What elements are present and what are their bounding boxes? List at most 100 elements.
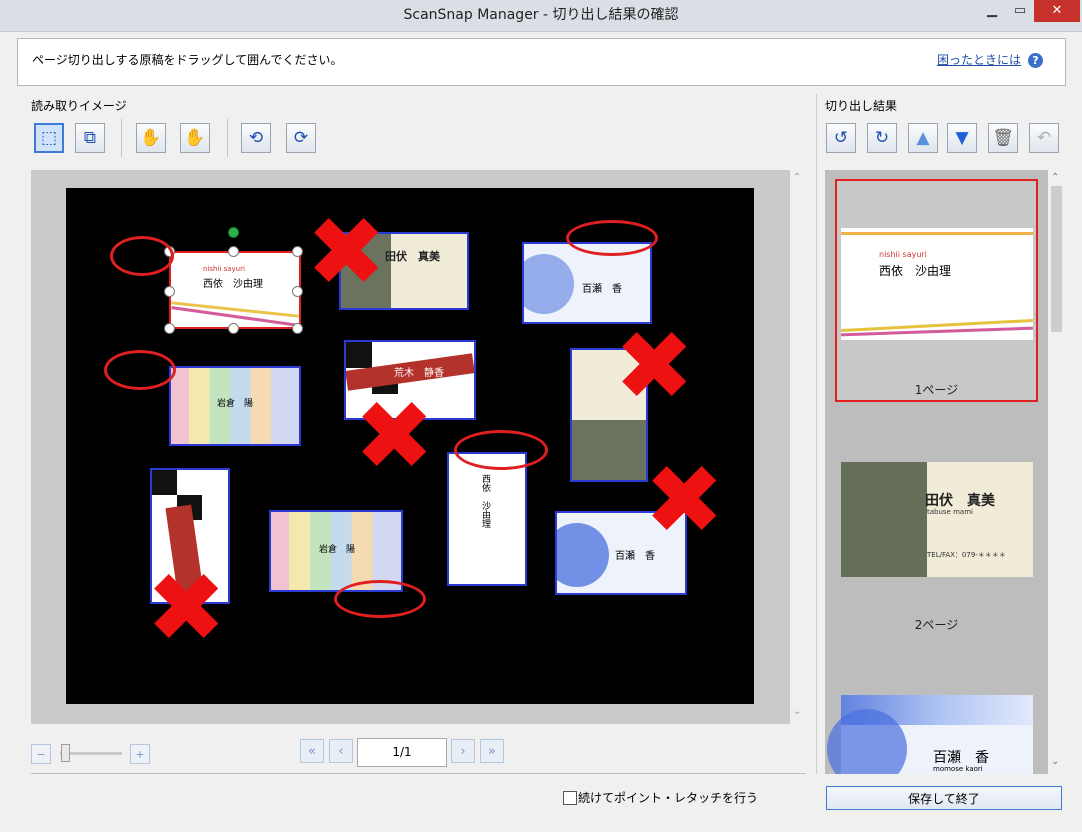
page-label: 2ページ xyxy=(914,618,959,632)
scanned-image[interactable]: nishii sayuri 西依 沙由理 田伏 真美 ✖ 百瀬 香 岩倉 陽 荒… xyxy=(66,188,754,704)
rotate-left-icon: ⟲ xyxy=(248,128,264,148)
hand-select-button[interactable]: ✋ xyxy=(136,123,166,153)
thumb-roman-name: momose kaori xyxy=(933,765,983,773)
resize-handle[interactable] xyxy=(164,286,175,297)
rotate-cw-button[interactable]: ↻ xyxy=(867,123,897,153)
thumb-name: 百瀬 香 xyxy=(933,750,989,766)
card-name: 西依 沙由理 xyxy=(480,474,490,528)
card-roman-name: nishii sayuri xyxy=(203,265,245,273)
card-bubble xyxy=(557,523,609,587)
card-name: 岩倉 陽 xyxy=(319,545,356,555)
scroll-up-icon[interactable]: ⌃ xyxy=(1051,172,1059,183)
reject-mark: ✖ xyxy=(306,196,387,308)
minimize-icon: ▁ xyxy=(987,3,997,18)
delete-button[interactable]: 🗑 xyxy=(988,123,1018,153)
circle-mark xyxy=(110,236,174,276)
rotate-right-icon: ⟳ xyxy=(293,128,309,148)
scan-viewer[interactable]: nishii sayuri 西依 沙由理 田伏 真美 ✖ 百瀬 香 岩倉 陽 荒… xyxy=(31,170,790,724)
rotate-ccw-button[interactable]: ↺ xyxy=(826,123,856,153)
card-name: 岩倉 陽 xyxy=(217,399,254,409)
maximize-button[interactable]: ▭ xyxy=(1006,0,1034,22)
select-next-button[interactable]: ⧉ xyxy=(75,123,105,153)
reject-mark: ✖ xyxy=(354,380,435,492)
viewer-scrollbar[interactable]: ⌃ ⌄ xyxy=(790,170,807,724)
circle-mark xyxy=(334,580,426,618)
card-name: 百瀬 香 xyxy=(582,284,622,295)
thumb-roman-name: tabuse mami xyxy=(927,508,973,516)
card-splash xyxy=(572,420,646,480)
resize-handle[interactable] xyxy=(228,323,239,334)
card-checker xyxy=(346,342,372,368)
first-page-button[interactable]: « xyxy=(300,739,324,763)
circle-mark xyxy=(454,430,548,470)
select-area-icon: ⬚ xyxy=(40,128,58,148)
thumb-splash xyxy=(841,462,927,577)
thumb-roman-name: nishii sayuri xyxy=(879,250,927,259)
instruction-panel: ページ切り出しする原稿をドラッグして囲んでください。 困ったときには ? xyxy=(17,38,1066,86)
toolbar-separator xyxy=(227,119,228,157)
rotate-handle[interactable] xyxy=(228,227,239,238)
zoom-out-button[interactable]: − xyxy=(31,744,51,764)
window-title: ScanSnap Manager - 切り出し結果の確認 xyxy=(403,7,679,23)
prev-page-icon: ‹ xyxy=(338,744,344,759)
close-button[interactable]: ✕ xyxy=(1034,0,1080,22)
move-down-button[interactable]: ▼ xyxy=(947,123,977,153)
card-name: 荒木 静香 xyxy=(394,368,444,379)
reject-mark: ✖ xyxy=(644,444,725,556)
results-scrollbar[interactable]: ⌃ ⌄ xyxy=(1048,170,1065,774)
prev-page-button[interactable]: ‹ xyxy=(329,739,353,763)
thumb-name: 田伏 真美 xyxy=(925,493,995,509)
hand-button[interactable]: ✋ xyxy=(180,123,210,153)
scroll-up-icon[interactable]: ⌃ xyxy=(793,172,801,183)
card-selected[interactable]: nishii sayuri 西依 沙由理 xyxy=(169,251,301,329)
move-up-button[interactable]: ▲ xyxy=(908,123,938,153)
select-next-icon: ⧉ xyxy=(83,128,97,148)
toolbar-separator xyxy=(121,119,122,157)
thumbnail-image: nishii sayuri 西依 沙由理 xyxy=(841,228,1033,340)
first-page-icon: « xyxy=(308,744,316,759)
next-page-button[interactable]: › xyxy=(451,739,475,763)
last-page-button[interactable]: » xyxy=(480,739,504,763)
reject-mark: ✖ xyxy=(614,310,695,422)
resize-handle[interactable] xyxy=(292,246,303,257)
resize-handle[interactable] xyxy=(164,323,175,334)
arrow-down-icon: ▼ xyxy=(955,128,969,148)
continue-retouch-label[interactable]: 続けてポイント・レタッチを行う xyxy=(578,789,758,806)
scroll-down-icon[interactable]: ⌄ xyxy=(1051,756,1059,767)
continue-retouch-checkbox[interactable] xyxy=(563,791,577,805)
thumb-stripe xyxy=(841,232,1033,235)
circle-mark xyxy=(566,220,658,256)
close-icon: ✕ xyxy=(1051,3,1063,18)
rotate-right-button[interactable]: ⟳ xyxy=(286,123,316,153)
card[interactable]: 岩倉 陽 xyxy=(169,366,301,446)
rotate-ccw-icon: ↺ xyxy=(833,128,849,148)
help-link[interactable]: 困ったときには xyxy=(937,39,1021,81)
page-number-field[interactable]: 1/1 xyxy=(357,738,447,767)
trash-icon: 🗑 xyxy=(992,128,1014,148)
resize-handle[interactable] xyxy=(292,286,303,297)
thumbnail-image[interactable]: 田伏 真美 tabuse mami TEL/FAX：079-＊＊＊＊ xyxy=(841,462,1033,577)
thumbnail-image[interactable]: 百瀬 香 momose kaori xyxy=(827,695,1033,774)
instruction-text: ページ切り出しする原稿をドラッグして囲んでください。 xyxy=(32,53,343,67)
rotate-left-button[interactable]: ⟲ xyxy=(241,123,271,153)
results-label: 切り出し結果 xyxy=(825,99,898,113)
undo-button[interactable]: ↶ xyxy=(1029,123,1059,153)
zoom-slider-thumb[interactable] xyxy=(61,744,70,762)
save-and-finish-button[interactable]: 保存して終了 xyxy=(826,786,1062,810)
arrow-up-icon: ▲ xyxy=(916,128,930,148)
scrollbar-thumb[interactable] xyxy=(1051,186,1062,332)
hand-icon: ✋ xyxy=(184,128,206,148)
help-icon[interactable]: ? xyxy=(1028,53,1043,68)
zoom-out-icon: − xyxy=(36,748,46,761)
circle-mark xyxy=(104,350,176,390)
results-list[interactable]: nishii sayuri 西依 沙由理 1ページ 田伏 真美 tabuse m… xyxy=(825,170,1048,774)
scroll-down-icon[interactable]: ⌄ xyxy=(793,706,801,717)
hand-disabled-icon: ✋ xyxy=(140,128,162,148)
card-name: 田伏 真美 xyxy=(385,250,440,263)
resize-handle[interactable] xyxy=(292,323,303,334)
card[interactable]: 西依 沙由理 xyxy=(447,452,527,586)
zoom-in-button[interactable]: + xyxy=(130,744,150,764)
minimize-button[interactable]: ▁ xyxy=(978,0,1006,22)
select-area-button[interactable]: ⬚ xyxy=(34,123,64,153)
resize-handle[interactable] xyxy=(228,246,239,257)
